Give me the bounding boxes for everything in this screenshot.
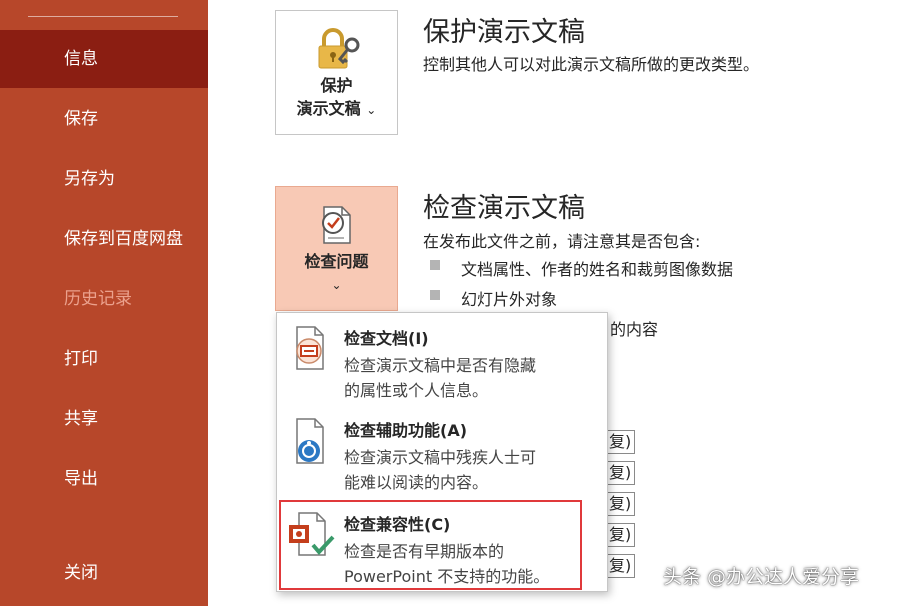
hidden-option-button[interactable]: 复): [607, 492, 635, 516]
hidden-option-button[interactable]: 复): [607, 461, 635, 485]
watermark-text: 头条 @办公达人爱分享: [663, 566, 860, 588]
menu-item-desc-line1: 检查演示文稿中残疾人士可: [344, 448, 537, 467]
protect-button-label-2: 演示文稿 ⌄: [296, 99, 377, 118]
sidebar-item-export[interactable]: 导出: [0, 450, 208, 508]
sidebar-item-history: 历史记录: [64, 289, 132, 309]
sidebar-item-share[interactable]: 共享: [0, 390, 208, 448]
inspect-bullet-1: 文档属性、作者的姓名和裁剪图像数据: [461, 260, 734, 279]
inspect-document-icon: [322, 206, 351, 244]
inspect-bullet-2: 幻灯片外对象: [461, 290, 558, 309]
inspect-document-icon: [296, 326, 324, 370]
inspect-section-title: 检查演示文稿: [423, 193, 585, 224]
menu-item-title: 检查辅助功能(A): [344, 421, 468, 440]
bullet-marker: [430, 290, 440, 300]
backstage-sidebar: 信息 保存 另存为 保存到百度网盘 历史记录 打印 共享 导出 关闭: [0, 0, 208, 606]
inspect-bullet-3-partial: 的内容: [610, 320, 659, 339]
chevron-down-icon: ⌄: [331, 278, 342, 292]
sidebar-item-save-as[interactable]: 另存为: [0, 150, 208, 208]
protect-button-label-1: 保护: [320, 76, 353, 95]
accessibility-icon: [296, 418, 324, 464]
chevron-down-icon: ⌄: [366, 103, 377, 117]
inspect-section-description: 在发布此文件之前，请注意其是否包含:: [423, 232, 701, 251]
menu-item-title: 检查文档(I): [344, 329, 429, 348]
check-issues-button[interactable]: 检查问题 ⌄: [275, 186, 398, 311]
check-issues-label: 检查问题: [304, 252, 369, 271]
protect-section-title: 保护演示文稿: [423, 17, 585, 48]
menu-item-desc-line2: 能难以阅读的内容。: [344, 473, 489, 492]
hidden-option-button[interactable]: 复): [607, 523, 635, 547]
protect-presentation-button[interactable]: 保护 演示文稿 ⌄: [275, 10, 398, 135]
menu-item-inspect-document[interactable]: 检查文档(I) 检查演示文稿中是否有隐藏 的属性或个人信息。: [277, 317, 607, 407]
protect-section-description: 控制其他人可以对此演示文稿所做的更改类型。: [423, 55, 760, 74]
menu-item-desc-line1: 检查演示文稿中是否有隐藏: [344, 356, 537, 375]
sidebar-divider: [28, 16, 178, 17]
hidden-option-button[interactable]: 复): [607, 554, 635, 578]
lock-key-icon: [318, 28, 360, 69]
hidden-option-button[interactable]: 复): [607, 430, 635, 454]
sidebar-item-save[interactable]: 保存: [0, 90, 208, 148]
highlight-annotation-box: [279, 500, 582, 590]
sidebar-item-print[interactable]: 打印: [0, 330, 208, 388]
sidebar-item-close[interactable]: 关闭: [0, 544, 208, 602]
bullet-marker: [430, 260, 440, 270]
menu-item-check-accessibility[interactable]: 检查辅助功能(A) 检查演示文稿中残疾人士可 能难以阅读的内容。: [277, 409, 607, 501]
menu-item-desc-line2: 的属性或个人信息。: [344, 381, 489, 400]
sidebar-item-save-to-baidu[interactable]: 保存到百度网盘: [0, 210, 208, 268]
sidebar-item-info[interactable]: 信息: [0, 30, 208, 88]
